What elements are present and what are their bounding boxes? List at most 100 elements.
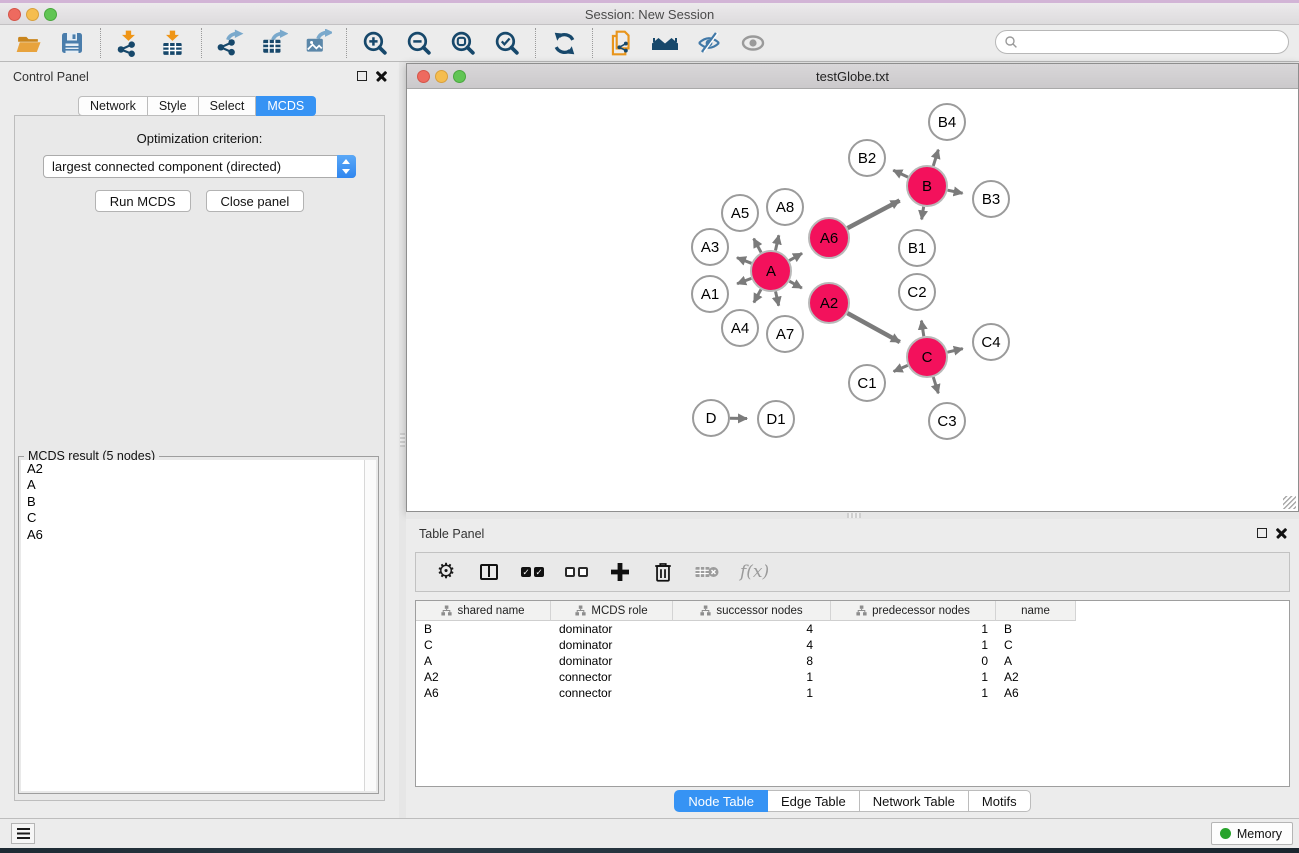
column-header-shared-name[interactable]: shared name bbox=[416, 601, 551, 621]
tab-mcds[interactable]: MCDS bbox=[256, 96, 316, 116]
graph-node-C3[interactable]: C3 bbox=[928, 402, 966, 440]
column-header-label: MCDS role bbox=[591, 605, 647, 617]
graph-node-A3[interactable]: A3 bbox=[691, 228, 729, 266]
search-input[interactable] bbox=[1018, 33, 1288, 51]
graph-node-D1[interactable]: D1 bbox=[757, 400, 795, 438]
optimization-criterion-select[interactable]: largest connected component (directed) bbox=[43, 155, 356, 178]
gear-icon: ⚙ bbox=[437, 561, 456, 583]
task-history-button[interactable] bbox=[11, 823, 35, 844]
zoom-fit-button[interactable] bbox=[449, 29, 477, 57]
export-network-button[interactable] bbox=[216, 29, 244, 57]
column-header-name[interactable]: name bbox=[996, 601, 1076, 621]
graph-node-A7[interactable]: A7 bbox=[766, 315, 804, 353]
graph-node-A1[interactable]: A1 bbox=[691, 275, 729, 313]
graph-node-C4[interactable]: C4 bbox=[972, 323, 1010, 361]
run-mcds-button[interactable]: Run MCDS bbox=[95, 190, 191, 212]
mcds-result-item[interactable]: A6 bbox=[21, 526, 364, 543]
table-row[interactable]: A2connector11A2 bbox=[416, 669, 1289, 685]
create-column-button[interactable] bbox=[609, 559, 631, 585]
window-resize-grip[interactable] bbox=[1283, 496, 1296, 509]
network-window-titlebar[interactable]: testGlobe.txt bbox=[407, 64, 1298, 89]
toggle-column-display-button[interactable] bbox=[478, 559, 500, 585]
splitter-grip[interactable] bbox=[847, 513, 861, 518]
table-body: Bdominator41BCdominator41CAdominator80AA… bbox=[416, 621, 1289, 701]
export-table-button[interactable] bbox=[260, 29, 288, 57]
vertical-splitter[interactable] bbox=[399, 62, 406, 818]
mcds-result-item[interactable]: A bbox=[21, 477, 364, 494]
tab-motifs[interactable]: Motifs bbox=[969, 790, 1031, 812]
table-settings-button[interactable]: ⚙ bbox=[435, 559, 457, 585]
tab-network[interactable]: Network bbox=[78, 96, 148, 116]
close-panel-icon[interactable] bbox=[1276, 527, 1287, 538]
delete-table-button[interactable] bbox=[695, 559, 719, 585]
mcds-result-item[interactable]: C bbox=[21, 510, 364, 527]
delete-columns-button[interactable] bbox=[652, 559, 674, 585]
column-header-predecessor-nodes[interactable]: predecessor nodes bbox=[831, 601, 996, 621]
table-row[interactable]: Cdominator41C bbox=[416, 637, 1289, 653]
export-image-button[interactable] bbox=[304, 29, 332, 57]
graph-node-B4[interactable]: B4 bbox=[928, 103, 966, 141]
graph-node-B[interactable]: B bbox=[906, 165, 948, 207]
close-panel-button[interactable]: Close panel bbox=[206, 190, 305, 212]
refresh-styles-button[interactable] bbox=[550, 29, 578, 57]
zoom-in-button[interactable] bbox=[361, 29, 389, 57]
column-type-icon bbox=[575, 605, 586, 616]
mcds-result-item[interactable]: A2 bbox=[21, 460, 364, 477]
mcds-result-scrollbar[interactable] bbox=[364, 460, 376, 791]
table-row[interactable]: Adominator80A bbox=[416, 653, 1289, 669]
import-network-button[interactable] bbox=[115, 29, 143, 57]
splitter-grip[interactable] bbox=[400, 433, 405, 447]
fx-icon: f(x) bbox=[740, 562, 769, 582]
graph-node-D[interactable]: D bbox=[692, 399, 730, 437]
mcds-result-item[interactable]: B bbox=[21, 493, 364, 510]
graph-node-A6[interactable]: A6 bbox=[808, 217, 850, 259]
table-row[interactable]: Bdominator41B bbox=[416, 621, 1289, 637]
zoom-selected-button[interactable] bbox=[493, 29, 521, 57]
open-session-button[interactable] bbox=[14, 29, 42, 57]
graph-node-B2[interactable]: B2 bbox=[848, 139, 886, 177]
trash-icon bbox=[652, 560, 674, 584]
search-icon bbox=[1004, 35, 1018, 49]
save-session-button[interactable] bbox=[58, 29, 86, 57]
tab-edge-table[interactable]: Edge Table bbox=[768, 790, 860, 812]
tab-node-table[interactable]: Node Table bbox=[674, 790, 768, 812]
deselect-all-rows-button[interactable] bbox=[565, 559, 588, 585]
new-network-from-selection-icon bbox=[607, 29, 635, 57]
tab-select[interactable]: Select bbox=[199, 96, 257, 116]
hide-selected-button[interactable] bbox=[695, 29, 723, 57]
graph-node-B1[interactable]: B1 bbox=[898, 229, 936, 267]
float-panel-icon[interactable] bbox=[357, 71, 367, 81]
column-header-MCDS-role[interactable]: MCDS role bbox=[551, 601, 673, 621]
graph-node-A5[interactable]: A5 bbox=[721, 194, 759, 232]
search-field[interactable] bbox=[995, 30, 1289, 54]
zoom-out-button[interactable] bbox=[405, 29, 433, 57]
graph-node-C1[interactable]: C1 bbox=[848, 364, 886, 402]
tab-network-table[interactable]: Network Table bbox=[860, 790, 969, 812]
table-toolbar: ⚙ ✓✓ f bbox=[415, 552, 1290, 592]
column-header-successor-nodes[interactable]: successor nodes bbox=[673, 601, 831, 621]
select-all-rows-button[interactable]: ✓✓ bbox=[521, 559, 544, 585]
function-builder-button[interactable]: f(x) bbox=[740, 559, 769, 585]
import-table-button[interactable] bbox=[159, 29, 187, 57]
show-all-button[interactable] bbox=[739, 29, 767, 57]
first-neighbors-button[interactable] bbox=[651, 29, 679, 57]
graph-node-A2[interactable]: A2 bbox=[808, 282, 850, 324]
optimization-criterion-label: Optimization criterion: bbox=[15, 131, 384, 146]
graph-node-A[interactable]: A bbox=[750, 250, 792, 292]
table-row[interactable]: A6connector11A6 bbox=[416, 685, 1289, 701]
tab-style[interactable]: Style bbox=[148, 96, 199, 116]
table-cell: A2 bbox=[416, 669, 551, 685]
graph-node-A8[interactable]: A8 bbox=[766, 188, 804, 226]
graph-node-B3[interactable]: B3 bbox=[972, 180, 1010, 218]
save-floppy-icon bbox=[59, 30, 85, 56]
horizontal-splitter[interactable] bbox=[406, 512, 1299, 519]
graph-node-A4[interactable]: A4 bbox=[721, 309, 759, 347]
graph-node-C2[interactable]: C2 bbox=[898, 273, 936, 311]
memory-button[interactable]: Memory bbox=[1211, 822, 1293, 845]
network-canvas[interactable]: B4 B2 B B3 A5A8A6 B1 A3 A C2 A1 A2 A4A7 C4 C C1 C3 D D1 bbox=[407, 89, 1298, 511]
new-network-from-selection-button[interactable] bbox=[607, 29, 635, 57]
graph-node-C[interactable]: C bbox=[906, 336, 948, 378]
float-panel-icon[interactable] bbox=[1257, 528, 1267, 538]
close-panel-icon[interactable] bbox=[376, 70, 387, 81]
unchecked-boxes-icon bbox=[565, 567, 588, 577]
